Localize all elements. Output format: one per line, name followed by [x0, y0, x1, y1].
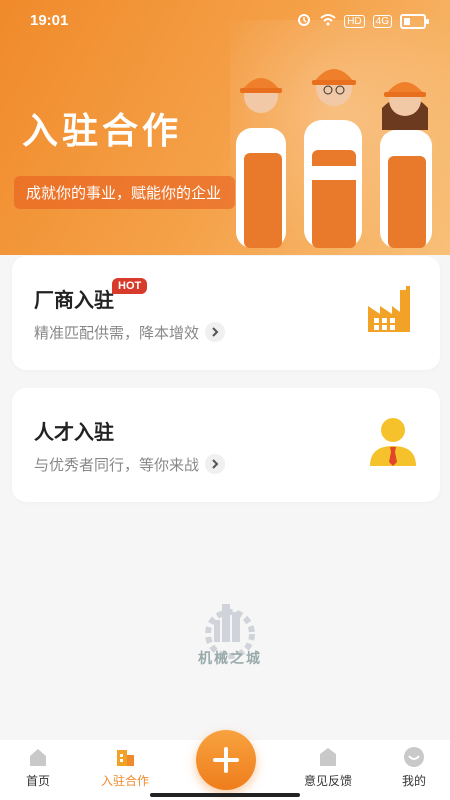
talent-entry-desc-text: 与优秀者同行，等你来战: [34, 457, 200, 474]
network-indicator: 4G: [372, 15, 392, 28]
feedback-icon: [320, 748, 336, 766]
home-icon: [30, 749, 46, 766]
talent-entry-card[interactable]: 人才入驻 与优秀者同行，等你来战: [12, 388, 440, 502]
status-bar: 19:01 HD 4G: [0, 0, 450, 40]
tab-profile-label: 我的: [401, 774, 426, 788]
chevron-right-icon[interactable]: [205, 454, 226, 475]
chevron-right-icon[interactable]: [205, 322, 226, 343]
hd-indicator: HD: [344, 15, 365, 28]
tab-home[interactable]: 首页: [3, 746, 73, 789]
wifi-icon: [320, 13, 336, 31]
profile-icon: [404, 747, 424, 767]
talent-entry-title: 人才入驻: [34, 422, 114, 444]
tab-home-label: 首页: [25, 774, 50, 788]
manufacturer-entry-title: 厂商入驻: [34, 290, 114, 312]
factory-icon: [368, 286, 410, 332]
status-time: 19:01: [30, 12, 69, 29]
page-subtitle: 成就你的事业，赋能你的企业: [14, 176, 236, 209]
hero-banner: 19:01 HD 4G 入驻合作 成就你的事业，赋能你的企业: [0, 0, 450, 255]
page-title: 入驻合作: [22, 110, 183, 151]
tab-join-cooperation-label: 入驻合作: [100, 774, 149, 788]
battery-icon: [400, 14, 429, 29]
status-icons: HD 4G: [296, 12, 429, 31]
tab-join-cooperation[interactable]: 入驻合作: [90, 746, 160, 789]
tab-feedback-label: 意见反馈: [303, 774, 352, 788]
building-icon: [117, 750, 134, 766]
manufacturer-entry-desc-text: 精准匹配供需，降本增效: [34, 325, 200, 342]
manufacturer-entry-card[interactable]: 厂商入驻 精准匹配供需，降本增效: [12, 256, 440, 370]
manufacturer-entry-desc: 精准匹配供需，降本增效: [34, 322, 226, 344]
hot-badge: HOT: [112, 278, 148, 294]
workers-illustration: [236, 69, 432, 248]
tab-feedback[interactable]: 意见反馈: [293, 746, 363, 789]
talent-entry-desc: 与优秀者同行，等你来战: [34, 454, 226, 476]
home-indicator: [150, 793, 300, 797]
person-icon: [370, 418, 416, 466]
plus-icon[interactable]: [196, 730, 256, 790]
alarm-icon: [296, 12, 312, 31]
watermark-text: 机械之城: [198, 650, 262, 666]
tab-profile[interactable]: 我的: [379, 746, 449, 789]
